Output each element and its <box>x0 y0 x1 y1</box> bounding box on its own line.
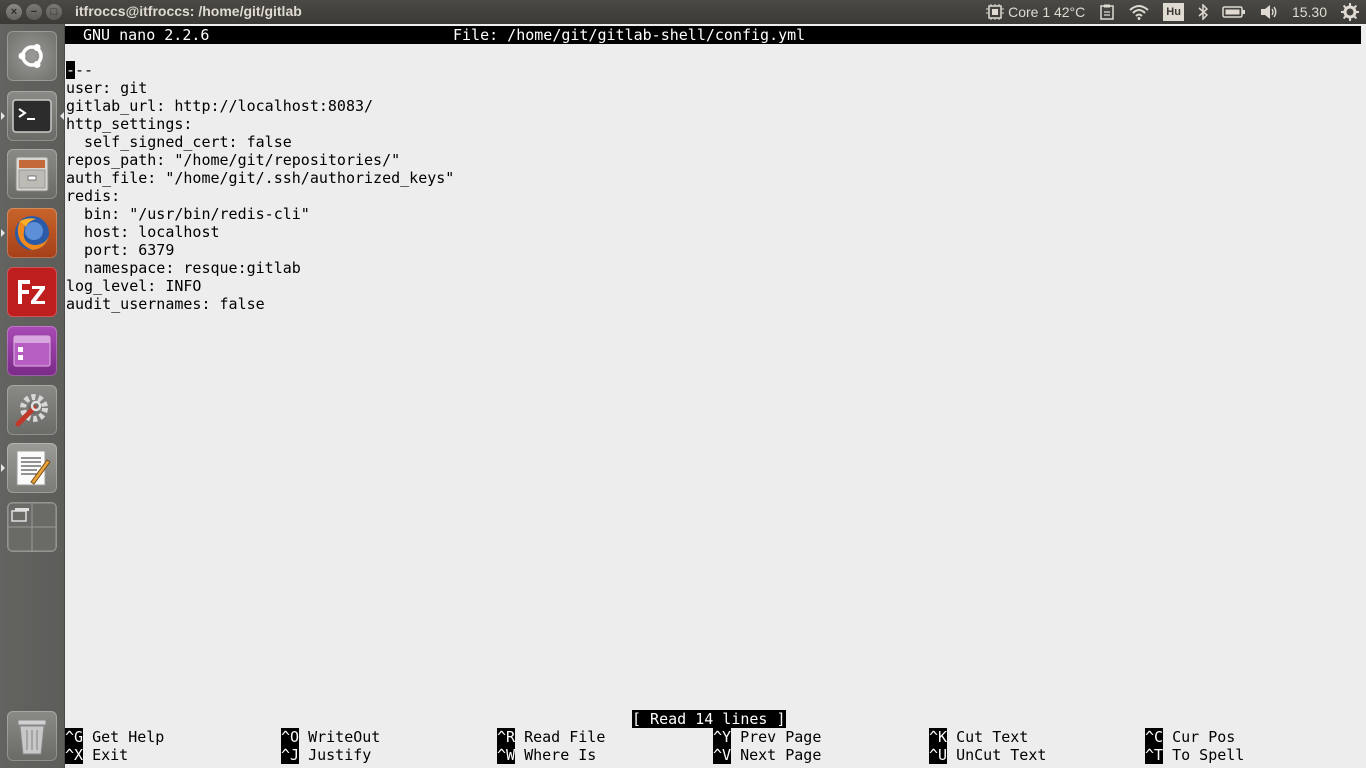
launcher-item-terminal[interactable] <box>6 90 58 142</box>
shortcut-next-page[interactable]: ^V Next Page <box>713 746 821 764</box>
clipboard-icon <box>1099 4 1115 20</box>
clock-label: 15.30 <box>1291 4 1327 20</box>
shortcut-read-file[interactable]: ^R Read File <box>497 728 605 746</box>
settings-gear-icon <box>1341 3 1359 21</box>
close-window-button[interactable]: × <box>6 4 22 20</box>
filezilla-icon <box>7 267 57 317</box>
launcher-item-firefox[interactable] <box>6 207 58 259</box>
editor-line: bin: "/usr/bin/redis-cli" <box>66 205 310 223</box>
window-controls: × − □ <box>6 4 62 20</box>
clock-indicator[interactable]: 15.30 <box>1292 4 1327 20</box>
shortcut-justify[interactable]: ^J Justify <box>281 746 371 764</box>
terminal-window[interactable]: GNU nano 2.2.6 File: /home/git/gitlab-sh… <box>65 24 1366 768</box>
launcher-item-filezilla[interactable] <box>6 266 58 318</box>
software-center-icon <box>7 326 57 376</box>
editor-line: log_level: INFO <box>66 277 202 295</box>
nano-version: GNU nano 2.2.6 <box>83 26 210 44</box>
cpu-temperature-label: Core 1 42°C <box>1008 4 1086 20</box>
shortcut-cut-text[interactable]: ^K Cut Text <box>929 728 1028 746</box>
keyboard-layout-label: Hu <box>1163 3 1184 21</box>
editor-line: port: 6379 <box>66 241 175 259</box>
battery-icon <box>1222 5 1246 19</box>
shortcut-exit[interactable]: ^X Exit <box>65 746 128 764</box>
editor-line: user: git <box>66 79 148 97</box>
editor-buffer[interactable]: --- user: git gitlab_url: http://localho… <box>66 61 454 313</box>
bluetooth-icon <box>1198 4 1208 20</box>
shortcut-to-spell[interactable]: ^T To Spell <box>1145 746 1244 764</box>
cpu-chip-icon <box>986 4 1005 20</box>
wifi-icon <box>1129 4 1149 20</box>
sound-indicator[interactable] <box>1260 4 1278 20</box>
maximize-window-button[interactable]: □ <box>46 4 62 20</box>
editor-line: http_settings: <box>66 115 193 133</box>
editor-line: redis: <box>66 187 121 205</box>
launcher-item-dash[interactable] <box>6 30 58 82</box>
shortcut-where-is[interactable]: ^W Where Is <box>497 746 596 764</box>
workspace-switcher-icon <box>7 502 57 552</box>
bluetooth-indicator[interactable] <box>1198 4 1208 20</box>
terminal-icon <box>7 91 57 141</box>
nano-file-name: File: /home/git/gitlab-shell/config.yml <box>453 26 806 44</box>
launcher-item-trash[interactable] <box>6 710 58 762</box>
shortcut-uncut-text[interactable]: ^U UnCut Text <box>929 746 1046 764</box>
ubuntu-logo-icon <box>7 31 57 81</box>
launcher-item-workspaces[interactable] <box>6 501 58 553</box>
volume-icon <box>1260 4 1278 20</box>
launcher <box>0 24 65 768</box>
shortcut-writeout[interactable]: ^O WriteOut <box>281 728 380 746</box>
session-menu[interactable] <box>1341 3 1359 21</box>
wrench-gear-icon <box>7 385 57 435</box>
network-indicator[interactable] <box>1129 4 1149 20</box>
editor-line: gitlab_url: http://localhost:8083/ <box>66 97 374 115</box>
launcher-item-files[interactable] <box>6 148 58 200</box>
editor-line: --- <box>66 61 94 79</box>
cpu-temperature-indicator[interactable]: Core 1 42°C <box>986 4 1085 20</box>
editor-line: repos_path: "/home/git/repositories/" <box>66 151 401 169</box>
shortcut-bar: ^G Get Help ^O WriteOut ^R Read File ^Y … <box>65 728 1366 764</box>
editor-line: host: localhost <box>66 223 220 241</box>
editor-line: auth_file: "/home/git/.ssh/authorized_ke… <box>66 169 455 187</box>
launcher-item-text-editor[interactable] <box>6 442 58 494</box>
editor-line: namespace: resque:gitlab <box>66 259 301 277</box>
indicator-area: Core 1 42°C Hu 15.30 <box>979 0 1366 24</box>
running-indicator <box>1 464 5 472</box>
keyboard-layout-indicator[interactable]: Hu <box>1163 3 1184 21</box>
top-panel: × − □ itfroccs@itfroccs: /home/git/gitla… <box>0 0 1366 24</box>
editor-line: self_signed_cert: false <box>66 133 292 151</box>
status-message: [ Read 14 lines ] <box>632 710 786 728</box>
launcher-item-system-settings[interactable] <box>6 384 58 436</box>
shortcut-prev-page[interactable]: ^Y Prev Page <box>713 728 821 746</box>
running-indicator <box>1 229 5 237</box>
clipboard-indicator[interactable] <box>1099 4 1115 20</box>
trash-icon <box>7 711 57 761</box>
file-cabinet-icon <box>7 149 57 199</box>
text-editor-icon <box>7 443 57 493</box>
shortcut-cur-pos[interactable]: ^C Cur Pos <box>1145 728 1235 746</box>
focused-indicator <box>60 112 64 120</box>
nano-title-bar: GNU nano 2.2.6 File: /home/git/gitlab-sh… <box>65 26 1361 44</box>
launcher-item-software[interactable] <box>6 325 58 377</box>
text-cursor: - <box>66 61 76 79</box>
window-title: itfroccs@itfroccs: /home/git/gitlab <box>75 3 302 19</box>
minimize-window-button[interactable]: − <box>26 4 42 20</box>
battery-indicator[interactable] <box>1222 5 1246 19</box>
shortcut-get-help[interactable]: ^G Get Help <box>65 728 164 746</box>
running-indicator <box>1 112 5 120</box>
editor-line: audit_usernames: false <box>66 295 265 313</box>
firefox-icon <box>7 208 57 258</box>
